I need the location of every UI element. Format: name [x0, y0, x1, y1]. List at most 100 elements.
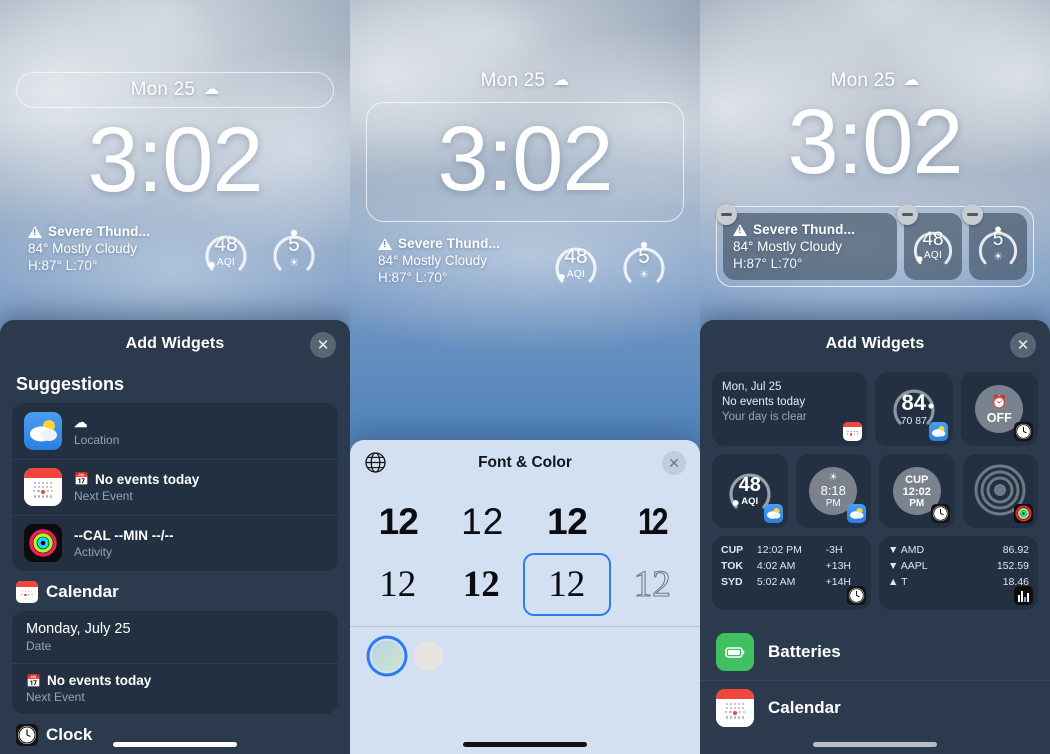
stocks-widget[interactable]: ▼ AMD 86.92 ▼ AAPL 152.59 ▲ T 18.46 [879, 536, 1038, 610]
weather-complication[interactable]: Severe Thund... 84° Mostly Cloudy H:87° … [378, 236, 536, 285]
clock-section-header[interactable]: Clock [0, 714, 350, 754]
weather-alert-row: Severe Thund... [28, 224, 186, 239]
close-glyph: ✕ [316, 336, 330, 354]
font-option-semibold[interactable]: 12 [525, 490, 610, 553]
panel-add-widgets-suggestions: Mon 25 ☁ 3:02 Severe Thund... 84° Mostly… [0, 0, 350, 754]
calendar-icon-top [716, 689, 754, 699]
list-item[interactable]: Batteries [700, 624, 1050, 680]
weather-complication[interactable]: Severe Thund... 84° Mostly Cloudy H:87° … [28, 224, 186, 273]
add-widgets-sheet-1: Add Widgets ✕ Suggestions ☁ Location 📅 N… [0, 320, 350, 754]
alarm-widget[interactable]: ⏰ OFF [960, 372, 1038, 446]
list-item[interactable]: Monday, July 25 Date [12, 611, 338, 663]
font-sample-text: 12 [379, 564, 417, 605]
aqi-value: 48 [214, 233, 238, 256]
list-item[interactable]: --CAL --MIN --/-- Activity [12, 515, 338, 571]
widget-edit-container[interactable]: Severe Thund... 84° Mostly Cloudy H:87° … [716, 204, 1034, 287]
font-option-condensed[interactable]: 12 [610, 490, 695, 553]
list-item-title: 📅 No events today [26, 673, 324, 688]
table-row: ▼ AAPL 152.59 [888, 559, 1029, 575]
color-swatch-selected[interactable] [372, 641, 402, 671]
list-item[interactable]: 📅 No events today Next Event [12, 663, 338, 714]
list-item[interactable]: ☁ Location [12, 403, 338, 459]
clock-app-icon [930, 504, 950, 523]
sunset-widget[interactable]: ☀ 8:18 PM [795, 454, 871, 528]
font-option-light[interactable]: 12 [441, 490, 526, 553]
weather-temp-widget[interactable]: 84 70 87 [875, 372, 953, 446]
font-option-selected[interactable]: 12 [523, 553, 611, 616]
calendar-app-icon [24, 468, 62, 506]
font-option-heavy[interactable]: 12 [356, 490, 441, 553]
uv-gauge[interactable]: 5 ☀ [266, 224, 322, 280]
temp-value: 84 [901, 390, 926, 415]
aqi-value: 48 [922, 228, 944, 250]
sheet-header-3: Add Widgets ✕ [700, 320, 1050, 368]
aqi-gauge[interactable]: 48 AQI [548, 236, 604, 292]
list-item[interactable]: Calendar [700, 680, 1050, 736]
sun-icon: ☀ [639, 269, 649, 281]
clock-app-icon [847, 586, 866, 605]
globe-icon[interactable] [364, 451, 387, 474]
date-label: Mon 25 [480, 70, 546, 91]
color-swatch-offwhite[interactable] [414, 641, 444, 671]
date-row[interactable]: Mon 25 ☁ [350, 70, 700, 92]
sunset-meridiem: PM [825, 498, 841, 509]
remove-widget-button[interactable] [962, 204, 983, 225]
activity-rings-widget[interactable] [962, 454, 1038, 528]
panel-widget-gallery: Mon 25 ☁ 3:02 Severe Thund... 84° Mostly… [700, 0, 1050, 754]
font-style-grid: 12 12 12 12 12 12 12 12 [350, 486, 700, 626]
complication-strip-2[interactable]: Severe Thund... 84° Mostly Cloudy H:87° … [350, 236, 700, 292]
font-sample-text: 12 [547, 500, 588, 542]
calendar-icon-grid [16, 587, 38, 598]
font-option-serif[interactable]: 12 [356, 553, 440, 616]
uv-tile[interactable]: 5 ☀ [962, 204, 1027, 280]
gallery-row-2: 48 AQI ☀ 8:18 PM CUP 12:02 PM [712, 454, 1038, 528]
aqi-gauge[interactable]: 48 AQI [198, 224, 254, 280]
remove-widget-button[interactable] [716, 204, 737, 225]
close-icon[interactable]: ✕ [310, 332, 336, 358]
date-row[interactable]: Mon 25 ☁ [700, 70, 1050, 92]
list-item-text: --CAL --MIN --/-- Activity [74, 528, 326, 559]
stock-direction: ▼ [888, 544, 899, 556]
gallery-row-1: Mon, Jul 25 No events today Your day is … [712, 372, 1038, 446]
world-clock-widget[interactable]: CUP 12:02 PM [879, 454, 955, 528]
table-row: CUP 12:02 PM -3H [721, 543, 862, 559]
close-icon[interactable]: ✕ [662, 451, 686, 475]
aqi-label: AQI [216, 257, 236, 268]
sun-icon: ☀ [289, 257, 299, 269]
font-sample-text: 12 [462, 564, 500, 605]
list-item-subtitle: Activity [74, 544, 113, 559]
complication-strip-1[interactable]: Severe Thund... 84° Mostly Cloudy H:87° … [0, 224, 350, 280]
uv-value: 5 [638, 245, 650, 268]
cloud-icon: ☁ [74, 415, 88, 430]
close-icon[interactable]: ✕ [1010, 332, 1036, 358]
warning-triangle-icon [733, 223, 747, 236]
weather-highlow-label: H:87° L:70° [733, 256, 803, 271]
aqi-widget[interactable]: 48 AQI [712, 454, 788, 528]
batteries-app-icon [716, 633, 754, 671]
calendar-widget[interactable]: Mon, Jul 25 No events today Your day is … [712, 372, 867, 446]
home-indicator [813, 742, 937, 747]
uv-gauge[interactable]: 5 ☀ [616, 236, 672, 292]
lockscreen-content-2: Mon 25 ☁ 3:02 Severe Thund... 84° Mostly… [350, 70, 700, 292]
remove-widget-button[interactable] [897, 204, 918, 225]
time-capsule-selected[interactable]: 3:02 [366, 102, 684, 222]
home-indicator [463, 742, 587, 747]
date-capsule-selected[interactable]: Mon 25 ☁ [16, 72, 334, 108]
aqi-label: AQI [566, 269, 586, 280]
weather-alert-tile[interactable]: Severe Thund... 84° Mostly Cloudy H:87° … [716, 204, 897, 280]
suggestions-heading: Suggestions [16, 374, 125, 394]
aqi-tile[interactable]: 48 AQI [897, 204, 962, 280]
list-item-subtitle: Location [74, 433, 120, 447]
time-wrap[interactable]: 3:02 [700, 96, 1050, 188]
world-clock-list-widget[interactable]: CUP 12:02 PM -3H TOK 4:02 AM +13H SYD 5:… [712, 536, 871, 610]
sheet-title: Add Widgets [825, 335, 925, 352]
font-option-serif-bold[interactable]: 12 [440, 553, 524, 616]
time-wrap[interactable]: 3:02 [0, 114, 350, 206]
list-item-label: Batteries [768, 642, 841, 661]
time-label: 3:02 [787, 91, 963, 193]
stock-price: 152.59 [996, 559, 1029, 572]
sheet-title: Add Widgets [125, 335, 225, 352]
font-option-outline[interactable]: 12 [611, 553, 695, 616]
list-item[interactable]: 📅 No events today Next Event [12, 459, 338, 515]
table-row: ▼ AMD 86.92 [888, 543, 1029, 559]
